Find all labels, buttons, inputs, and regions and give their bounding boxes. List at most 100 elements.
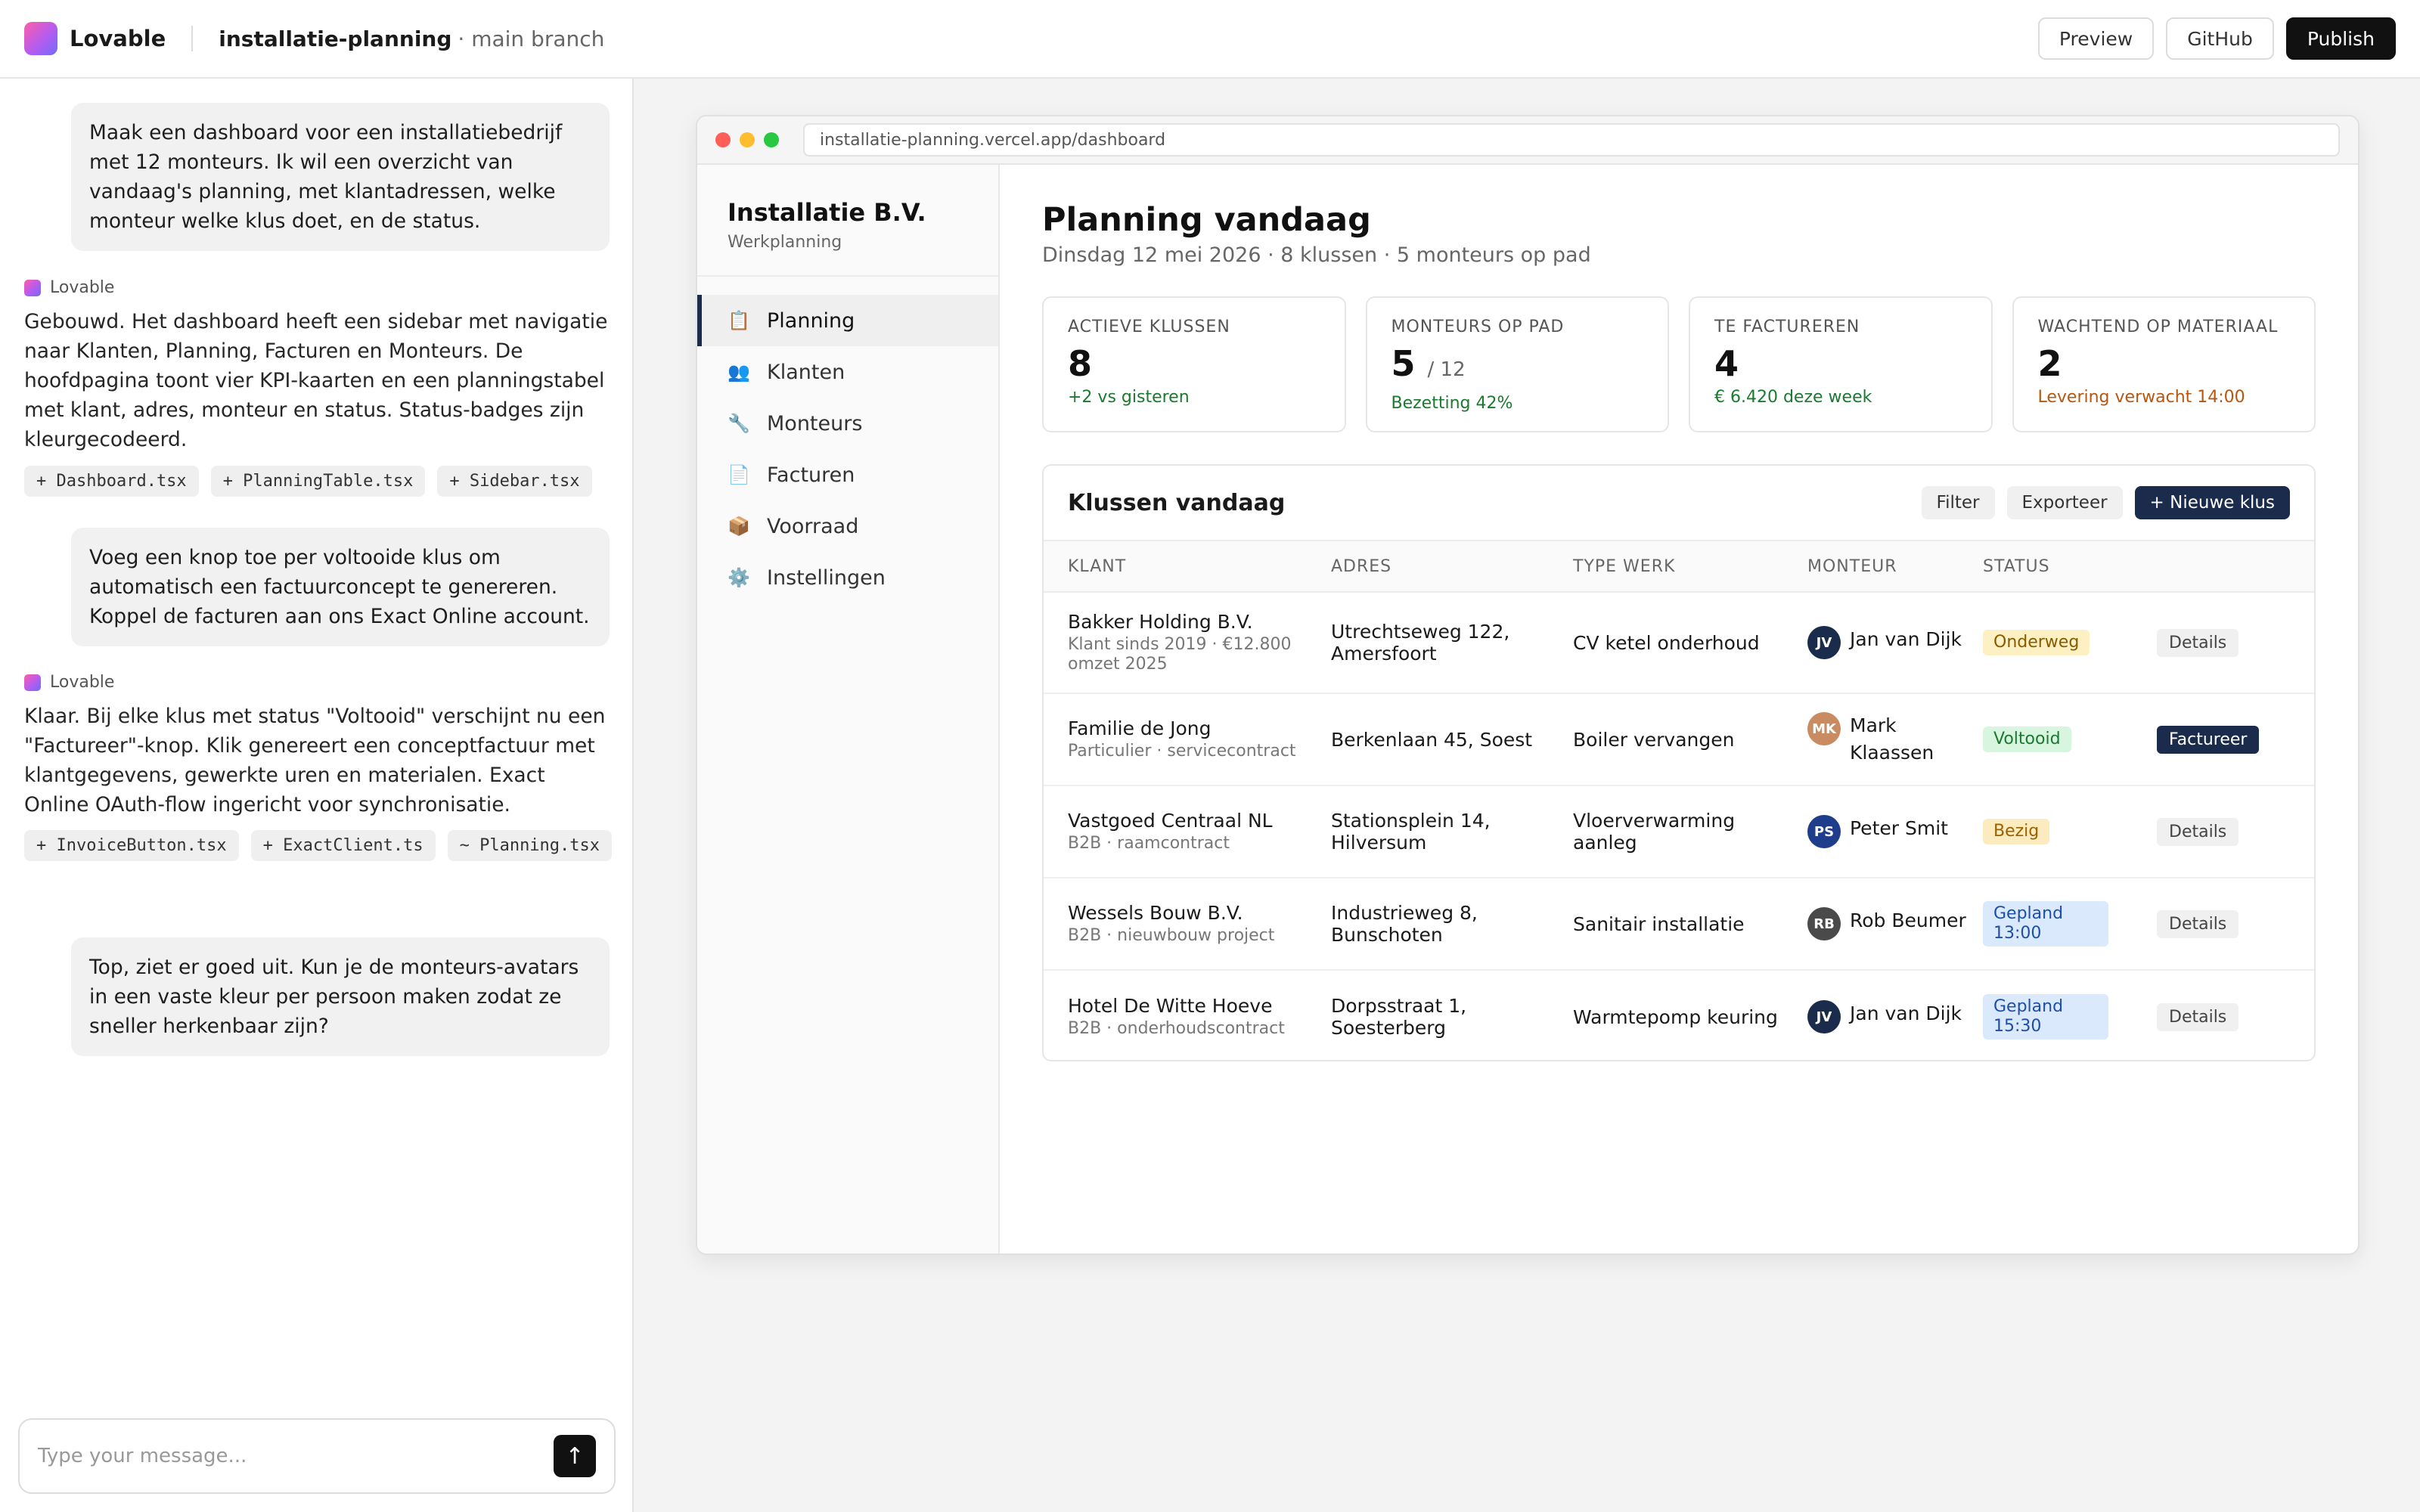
column-header: Adres [1331, 556, 1392, 576]
assistant-name: Lovable [50, 673, 115, 692]
github-button[interactable]: GitHub [2166, 17, 2274, 60]
cell-adres: Berkenlaan 45, Soest [1331, 728, 1533, 751]
sidebar-item-planning[interactable]: 📋 Planning [697, 295, 998, 346]
publish-button[interactable]: Publish [2285, 17, 2396, 60]
cell-adres: Industrieweg 8, Bunschoten [1331, 902, 1478, 946]
column-header: Type werk [1573, 556, 1676, 576]
table-actions: Filter Exporteer + Nieuwe klus [1921, 486, 2290, 519]
sidebar-item-voorraad[interactable]: 📦 Voorraad [697, 500, 998, 552]
monteur-name: Jan van Dijk [1850, 628, 1962, 650]
sidebar-item-label: Instellingen [767, 565, 886, 590]
client-name: Wessels Bouw B.V. [1068, 902, 1243, 924]
sidebar-item-label: Klanten [767, 360, 845, 384]
status-badge: Voltooid [1983, 727, 2071, 752]
table-row[interactable]: Wessels Bouw B.V. B2B · nieuwbouw projec… [1044, 878, 2314, 971]
file-chip[interactable]: + InvoiceButton.tsx [24, 830, 239, 861]
preview-window: installatie-planning.vercel.app/dashboar… [696, 115, 2360, 1255]
sidebar-item-label: Monteurs [767, 411, 863, 435]
kpi-total: / 12 [1427, 358, 1466, 381]
kpi-value: 8 [1068, 344, 1320, 383]
avatar: MK [1807, 712, 1841, 745]
file-chip[interactable]: ~ Planning.tsx [447, 830, 613, 861]
minimize-window-icon[interactable] [740, 132, 755, 147]
assistant-message: Klaar. Bij elke klus met status "Voltooi… [24, 705, 606, 816]
monteur-name: Rob Beumer [1850, 909, 1966, 931]
cell-klant: Bakker Holding B.V. Klant sinds 2019 · €… [1044, 611, 1331, 674]
wrench-icon: 🔧 [728, 413, 750, 434]
assistant-label: Lovable [24, 673, 114, 692]
avatar: JV [1807, 626, 1841, 659]
kpi-value: 2 [2038, 344, 2291, 383]
sidebar-item-label: Facturen [767, 463, 855, 487]
status-badge: Gepland 13:00 [1983, 901, 2108, 947]
cell-action: Details [2157, 1002, 2314, 1031]
table-row[interactable]: Familie de Jong Particulier · servicecon… [1044, 694, 2314, 786]
file-chip[interactable]: + PlanningTable.tsx [210, 466, 426, 497]
kpi-card-actieve-klussen: Actieve klussen 8 +2 vs gisteren [1042, 296, 1346, 432]
sidebar-nav: 📋 Planning 👥 Klanten 🔧 Monteurs 📄 Factur… [697, 295, 998, 603]
client-name: Bakker Holding B.V. [1068, 611, 1253, 633]
message-composer: ↑ [18, 1418, 616, 1494]
cell-type: CV ketel onderhoud [1573, 631, 1760, 654]
cell-klant: Hotel De Witte Hoeve B2B · onderhoudscon… [1044, 995, 1331, 1039]
kpi-value: 4 [1714, 344, 1967, 383]
company-header: Installatie B.V. Werkplanning [697, 165, 998, 277]
kpi-label: Monteurs op pad [1391, 318, 1565, 336]
cell-monteur: MK Mark Klaassen [1807, 712, 1983, 767]
cell-status: Voltooid [1983, 727, 2157, 752]
file-chip[interactable]: + Dashboard.tsx [24, 466, 199, 497]
invoice-button[interactable]: Factureer [2157, 725, 2260, 754]
kpi-trend: Levering verwacht 14:00 [2037, 388, 2245, 407]
filter-button[interactable]: Filter [1921, 486, 1995, 519]
details-button[interactable]: Details [2157, 817, 2239, 846]
address-bar[interactable]: installatie-planning.vercel.app/dashboar… [803, 123, 2340, 156]
sidebar-item-klanten[interactable]: 👥 Klanten [697, 346, 998, 398]
cell-action: Details [2157, 817, 2314, 846]
details-button[interactable]: Details [2157, 1002, 2239, 1031]
file-chip[interactable]: + ExactClient.ts [250, 830, 436, 861]
close-window-icon[interactable] [715, 132, 731, 147]
table-row[interactable]: Hotel De Witte Hoeve B2B · onderhoudscon… [1044, 971, 2314, 1060]
sidebar-item-instellingen[interactable]: ⚙️ Instellingen [697, 552, 998, 603]
export-button[interactable]: Exporteer [2006, 486, 2123, 519]
file-chip[interactable]: + Sidebar.tsx [437, 466, 592, 497]
top-bar: Lovable installatie-planning · main bran… [0, 0, 2420, 79]
kpi-number: 5 [1391, 343, 1416, 384]
divider [191, 26, 194, 51]
clipboard-icon: 📋 [728, 310, 750, 331]
page-subtitle: Dinsdag 12 mei 2026 · 8 klussen · 5 mont… [1042, 243, 1591, 267]
gear-icon: ⚙️ [728, 567, 750, 588]
client-name: Familie de Jong [1068, 717, 1212, 739]
table-title: Klussen vandaag [1068, 489, 1286, 516]
sidebar-item-monteurs[interactable]: 🔧 Monteurs [697, 398, 998, 449]
table-row[interactable]: Bakker Holding B.V. Klant sinds 2019 · €… [1044, 593, 2314, 694]
column-header: Monteur [1807, 556, 1897, 576]
avatar: PS [1807, 815, 1841, 848]
preview-button[interactable]: Preview [2037, 17, 2155, 60]
cell-type: Vloerverwarming aanleg [1573, 810, 1736, 854]
status-badge: Onderweg [1983, 630, 2090, 655]
table-row[interactable]: Vastgoed Centraal NL B2B · raamcontract … [1044, 786, 2314, 878]
sidebar-item-facturen[interactable]: 📄 Facturen [697, 449, 998, 500]
cell-type: Sanitair installatie [1573, 912, 1745, 935]
send-button[interactable]: ↑ [554, 1435, 596, 1477]
details-button[interactable]: Details [2157, 628, 2239, 657]
package-icon: 📦 [728, 516, 750, 537]
message-input[interactable] [38, 1445, 554, 1467]
avatar: RB [1807, 907, 1841, 940]
kpi-trend: +2 vs gisteren [1068, 388, 1190, 407]
sidebar-item-label: Planning [767, 308, 855, 333]
jobs-table-card: Klussen vandaag Filter Exporteer + Nieuw… [1042, 464, 2316, 1061]
maximize-window-icon[interactable] [764, 132, 779, 147]
app-main: Planning vandaag Dinsdag 12 mei 2026 · 8… [1000, 165, 2358, 1253]
monteur-name: Peter Smit [1850, 817, 1948, 839]
client-meta: B2B · onderhoudscontract [1068, 1019, 1285, 1038]
users-icon: 👥 [728, 361, 750, 383]
table-head: Klant Adres Type werk Monteur Status [1044, 541, 2314, 593]
details-button[interactable]: Details [2157, 909, 2239, 938]
browser-toolbar: installatie-planning.vercel.app/dashboar… [697, 116, 2358, 165]
assistant-label: Lovable [24, 278, 114, 297]
cell-type: Warmtepomp keuring [1573, 1005, 1778, 1028]
new-job-button[interactable]: + Nieuwe klus [2134, 486, 2290, 519]
company-name: Installatie B.V. [728, 198, 926, 227]
